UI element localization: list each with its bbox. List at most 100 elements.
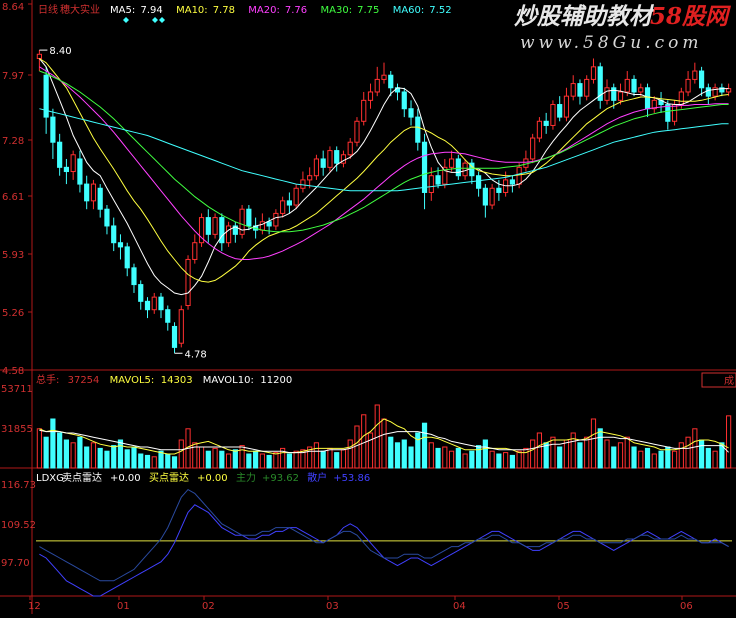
ma-label-value: 7.75 xyxy=(357,5,379,16)
ma-label-name: MA5: xyxy=(110,5,135,16)
ma-line-ma30 xyxy=(39,70,729,233)
volume-bar xyxy=(651,453,657,469)
candle xyxy=(523,150,529,172)
candle-body-up xyxy=(192,242,198,260)
indicator-label-name: 主力 xyxy=(236,471,256,484)
candle xyxy=(698,66,705,97)
candle-body-down xyxy=(171,325,178,348)
volume-bar xyxy=(57,432,63,469)
x-tick-label: 01 xyxy=(117,601,130,612)
volume-bar xyxy=(644,447,651,469)
volume-bar xyxy=(36,428,42,469)
candle xyxy=(340,150,347,168)
indicator-label-name: 散户 xyxy=(307,471,327,484)
volume-bar xyxy=(246,453,252,469)
candle xyxy=(543,112,549,134)
signal-diamond-icon xyxy=(123,17,129,23)
candle-body-up xyxy=(151,296,157,311)
volume-bar xyxy=(266,454,272,469)
volume-label-name: 总手: xyxy=(36,373,59,386)
candle-body-up xyxy=(692,70,698,80)
volume-bar xyxy=(327,447,333,469)
watermark-brand: 58股网 xyxy=(650,3,732,30)
candle-body-up xyxy=(516,166,522,185)
candle xyxy=(111,217,117,252)
volume-bar xyxy=(293,450,299,469)
volume-bar xyxy=(442,446,448,469)
candle xyxy=(43,66,49,134)
volume-bar xyxy=(354,425,360,469)
volume-bar xyxy=(198,446,205,469)
candle xyxy=(489,184,495,210)
candle xyxy=(557,96,563,122)
candle xyxy=(320,150,326,176)
volume-bar xyxy=(70,442,76,469)
candle xyxy=(705,83,711,105)
volume-bar xyxy=(259,453,265,469)
high-price-label: 8.40 xyxy=(49,46,71,57)
candle xyxy=(536,117,543,143)
volume-label-value: 11200 xyxy=(260,375,292,386)
volume-bar xyxy=(530,439,536,469)
candle xyxy=(131,263,137,293)
candle-body-up xyxy=(671,104,678,122)
volume-bar xyxy=(476,445,482,469)
candle-body-down xyxy=(455,158,461,177)
volume-bar xyxy=(469,450,475,469)
volume-bar xyxy=(104,450,110,469)
candle xyxy=(509,175,515,193)
candle-body-down xyxy=(509,179,515,185)
candle-body-up xyxy=(604,87,610,101)
candle xyxy=(482,184,488,218)
volume-bar xyxy=(138,453,144,469)
volume-label-name: MAVOL5: xyxy=(110,375,155,386)
x-tick-label: 06 xyxy=(680,601,693,612)
candle xyxy=(455,154,461,180)
volume-bar xyxy=(394,442,401,469)
volume-bar xyxy=(550,436,556,469)
candle-body-up xyxy=(347,141,353,156)
volume-bar xyxy=(84,446,90,469)
candle-body-up xyxy=(617,91,624,101)
candle xyxy=(401,87,407,118)
candle-body-up xyxy=(293,187,299,206)
volume-bar xyxy=(225,453,232,469)
candle-body-up xyxy=(550,104,556,126)
candle-body-up xyxy=(70,154,76,173)
candle xyxy=(570,75,576,101)
volume-bar xyxy=(509,454,515,469)
volume-bar xyxy=(253,450,259,469)
candle-body-down xyxy=(246,208,252,227)
volume-bar xyxy=(455,447,461,469)
candle-body-up xyxy=(178,309,184,344)
candle xyxy=(530,133,536,164)
candle xyxy=(239,205,245,239)
indicator-line xyxy=(39,504,729,597)
candle-body-up xyxy=(685,78,691,93)
candle-body-down xyxy=(63,166,70,173)
candle-body-down xyxy=(631,78,637,93)
candle-body-down xyxy=(286,200,292,206)
candle xyxy=(165,305,171,331)
volume-bar xyxy=(638,450,644,469)
candle-body-down xyxy=(644,87,651,110)
candle-body-down xyxy=(111,225,117,244)
volume-bar xyxy=(401,439,407,469)
candle xyxy=(408,100,414,126)
volume-bar xyxy=(597,428,603,469)
candle xyxy=(658,91,664,113)
volume-bar xyxy=(611,446,617,469)
candle-body-up xyxy=(638,87,644,93)
candle-body-up xyxy=(313,158,320,177)
candle xyxy=(144,297,151,319)
candle xyxy=(77,150,83,193)
candle-body-up xyxy=(536,120,543,139)
volume-bar xyxy=(577,442,583,469)
candle xyxy=(665,100,671,130)
candle-body-down xyxy=(482,187,488,206)
ma-label-name: MA10: xyxy=(176,5,208,16)
candle-body-down xyxy=(144,300,151,311)
candle xyxy=(327,146,333,172)
candle xyxy=(185,255,191,310)
candle xyxy=(232,221,238,243)
